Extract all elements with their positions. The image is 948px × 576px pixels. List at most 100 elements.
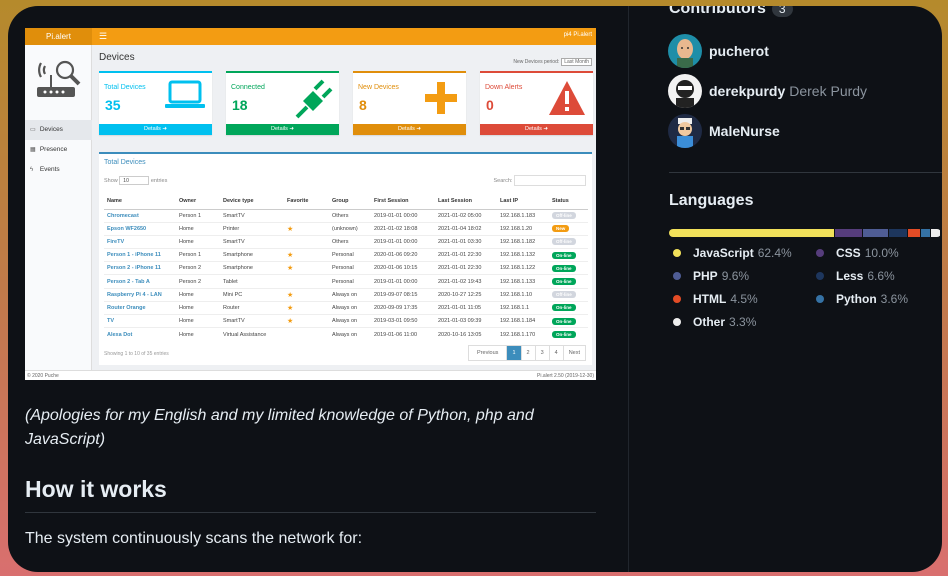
device-name-link[interactable]: Raspberry Pi 4 - LAN <box>104 287 176 302</box>
owner-cell: Person 2 <box>176 274 220 289</box>
page-frame: Pi.alert ☰ pi4 Pi.alert ▭ Devices ▦ Pres… <box>8 6 942 572</box>
status-badge: On-line <box>552 317 576 325</box>
status-cell: New <box>549 221 588 236</box>
page-link[interactable]: 1 <box>506 346 521 360</box>
status-cell: On-line <box>549 261 588 275</box>
table-row[interactable]: Person 2 - Tab A Person 2 Tablet Personal 20… <box>104 274 588 289</box>
page-link[interactable]: Previous <box>469 346 506 360</box>
avatar[interactable] <box>668 114 702 148</box>
last-session-cell: 2020-10-27 12:25 <box>435 287 497 302</box>
favorite-cell <box>284 274 329 289</box>
device-type-cell: Tablet <box>220 274 284 289</box>
contributor-login[interactable]: MaleNurse <box>709 123 780 139</box>
ip-cell: 192.168.1.182 <box>497 234 549 249</box>
search-input[interactable] <box>514 175 586 186</box>
table-row[interactable]: TV Home SmartTV ★ Always on 2019-03-01 09:50 2… <box>104 313 588 328</box>
table-row[interactable]: Alexa Dot Home Virtual Assistance Always on… <box>104 327 588 341</box>
contributor-fullname: Derek Purdy <box>789 83 868 99</box>
entries-select[interactable]: 10 <box>119 176 150 185</box>
footer-copyright: © 2020 Puche <box>27 373 59 379</box>
page-link[interactable]: Next <box>562 346 585 360</box>
device-name-link[interactable]: Router Orange <box>104 300 176 315</box>
nav-events[interactable]: ϟ Events <box>25 160 92 180</box>
box-details-link[interactable]: Details ➜ <box>99 124 212 135</box>
language-item[interactable]: HTML 4.5% <box>673 292 758 306</box>
device-name-link[interactable]: FireTV <box>104 234 176 249</box>
ip-cell: 192.168.1.133 <box>497 274 549 289</box>
owner-cell: Person 2 <box>176 261 220 275</box>
column-header[interactable]: First Session <box>371 194 435 210</box>
device-name-link[interactable]: Person 1 - iPhone 11 <box>104 248 176 262</box>
device-type-cell: Smartphone <box>220 248 284 262</box>
pialert-topbar: Pi.alert ☰ pi4 Pi.alert <box>25 28 596 45</box>
contributor-pucherot[interactable]: pucherot <box>668 34 769 68</box>
column-header[interactable]: Status <box>549 194 588 210</box>
column-header[interactable]: Device type <box>220 194 284 210</box>
box-value: 18 <box>232 97 248 113</box>
contributor-login[interactable]: derekpurdy <box>709 83 785 99</box>
table-row[interactable]: Chromecast Person 1 SmartTV Others 2019-01-0… <box>104 208 588 223</box>
ip-cell: 192.168.1.183 <box>497 208 549 223</box>
table-row[interactable]: Person 1 - iPhone 11 Person 1 Smartphone ★ P… <box>104 248 588 262</box>
status-badge: On-line <box>552 264 576 272</box>
page-link[interactable]: 2 <box>520 346 535 360</box>
topbar-user: pi4 Pi.alert <box>563 32 592 38</box>
language-item[interactable]: JavaScript 62.4% <box>673 246 792 260</box>
column-header[interactable]: Last Session <box>435 194 497 210</box>
box-details-link[interactable]: Details ➜ <box>480 124 593 135</box>
scan-paragraph: The system continuously scans the networ… <box>25 530 363 547</box>
contributor-login[interactable]: pucherot <box>709 43 769 59</box>
language-item[interactable]: PHP 9.6% <box>673 269 749 283</box>
avatar[interactable] <box>668 74 702 108</box>
box-details-link[interactable]: Details ➜ <box>353 124 466 135</box>
first-session-cell: 2019-03-01 09:50 <box>371 313 435 328</box>
last-session-cell: 2021-01-01 22:30 <box>435 261 497 275</box>
contributors-heading[interactable]: Contributors 3 <box>669 6 793 18</box>
status-cell: On-line <box>549 327 588 341</box>
period-select[interactable]: Last Month <box>561 58 592 66</box>
table-row[interactable]: Raspberry Pi 4 - LAN Home Mini PC ★ Always o… <box>104 287 588 302</box>
device-type-cell: Mini PC <box>220 287 284 302</box>
table-row[interactable]: Epson WF2650 Home Printer ★ (unknown) 2021-01… <box>104 221 588 236</box>
table-row[interactable]: Router Orange Home Router ★ Always on 2020-09… <box>104 300 588 315</box>
language-item[interactable]: Less 6.6% <box>816 269 895 283</box>
avatar[interactable] <box>668 34 702 68</box>
language-percent: 4.5% <box>730 292 758 306</box>
device-name-link[interactable]: TV <box>104 313 176 328</box>
language-percent: 3.3% <box>729 315 757 329</box>
device-name-link[interactable]: Epson WF2650 <box>104 221 176 236</box>
language-item[interactable]: CSS 10.0% <box>816 246 899 260</box>
star-icon: ★ <box>287 291 294 299</box>
group-cell: Always on <box>329 327 371 341</box>
column-header[interactable]: Owner <box>176 194 220 210</box>
box-details-link[interactable]: Details ➜ <box>226 124 339 135</box>
language-item[interactable]: Python 3.6% <box>816 292 908 306</box>
column-header[interactable]: Last IP <box>497 194 549 210</box>
device-name-link[interactable]: Person 2 - Tab A <box>104 274 176 289</box>
language-dot-icon <box>673 272 681 280</box>
favorite-cell <box>284 208 329 223</box>
nav-presence[interactable]: ▦ Presence <box>25 140 92 160</box>
table-row[interactable]: FireTV Home SmartTV Others 2019-01-01 00:00 2… <box>104 234 588 249</box>
column-header[interactable]: Group <box>329 194 371 210</box>
nav-devices[interactable]: ▭ Devices <box>25 120 92 140</box>
table-row[interactable]: Person 2 - iPhone 11 Person 2 Smartphone ★ P… <box>104 261 588 275</box>
entries-length: Show 10 entries <box>104 176 168 185</box>
bolt-icon: ϟ <box>30 167 34 173</box>
group-cell: (unknown) <box>329 221 371 236</box>
device-name-link[interactable]: Chromecast <box>104 208 176 223</box>
language-bar-segment <box>907 229 920 237</box>
page-link[interactable]: 4 <box>548 346 563 360</box>
page-link[interactable]: 3 <box>534 346 549 360</box>
period-label: New Devices period: <box>513 59 560 65</box>
contributor-malenurse[interactable]: MaleNurse <box>668 114 780 148</box>
favorite-cell <box>284 234 329 249</box>
column-header[interactable]: Favorite <box>284 194 329 210</box>
status-badge: Off-line <box>552 291 576 299</box>
device-name-link[interactable]: Alexa Dot <box>104 327 176 341</box>
contributor-derekpurdy[interactable]: derekpurdy Derek Purdy <box>668 74 867 108</box>
first-session-cell: 2020-01-06 10:15 <box>371 261 435 275</box>
column-header[interactable]: Name <box>104 194 176 210</box>
device-name-link[interactable]: Person 2 - iPhone 11 <box>104 261 176 275</box>
language-item[interactable]: Other 3.3% <box>673 315 756 329</box>
